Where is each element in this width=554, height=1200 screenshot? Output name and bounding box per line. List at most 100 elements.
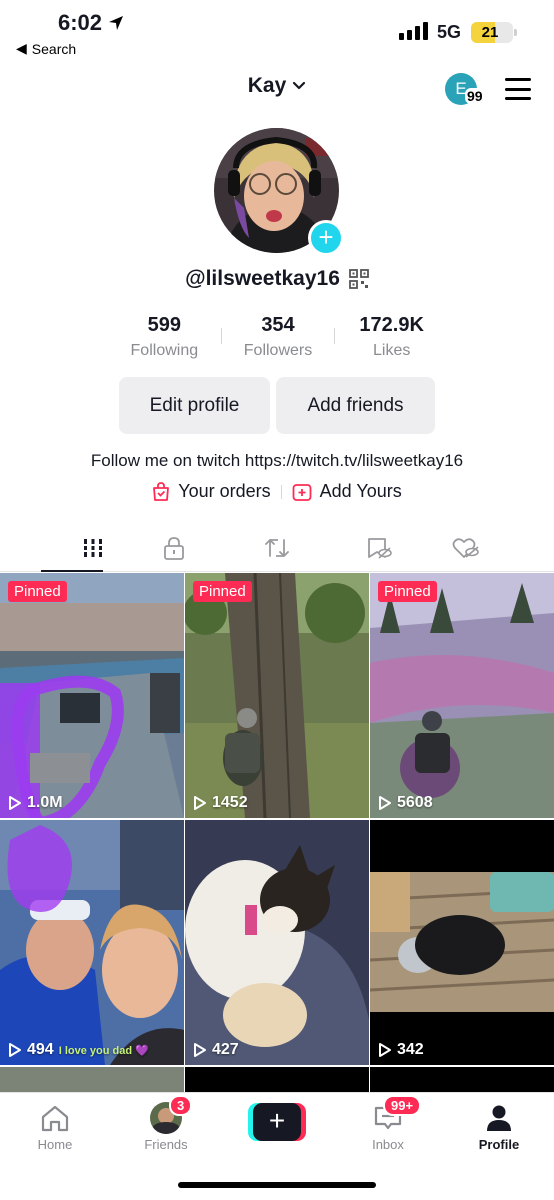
tab-videos[interactable] (0, 524, 124, 572)
bookmark-hidden-icon (368, 537, 392, 559)
profile-links: Your orders Add Yours (0, 481, 554, 502)
dog-sleeping-thumbnail (185, 820, 369, 1065)
view-count: 342 (378, 1041, 424, 1059)
status-bar: 6:02 ◀ Search 5G 21 (0, 0, 554, 64)
profile-bio[interactable]: Follow me on twitch https://twitch.tv/li… (0, 451, 554, 471)
stat-label: Followers (243, 342, 313, 359)
play-icon (379, 796, 391, 810)
add-yours-label: Add Yours (319, 481, 402, 501)
home-indicator (178, 1182, 376, 1188)
profile-actions: Edit profile Add friends (119, 377, 435, 434)
stat-value: 599 (147, 314, 182, 336)
location-arrow-icon (109, 16, 124, 30)
view-count: 1.0M (8, 794, 63, 812)
back-triangle-icon: ◀ (16, 40, 27, 56)
your-orders-link[interactable]: Your orders (152, 481, 271, 502)
play-icon (194, 796, 206, 810)
liked-hidden-icon (452, 537, 479, 558)
view-count: 5608 (378, 794, 433, 812)
view-count: 494 I love you dad 💜 (8, 1041, 149, 1059)
stat-label: Following (130, 342, 199, 359)
video-thumbnail[interactable]: 427 (185, 820, 369, 1065)
video-thumbnail[interactable]: 494 I love you dad 💜 (0, 820, 184, 1065)
tab-liked[interactable] (428, 524, 554, 571)
your-orders-label: Your orders (178, 481, 271, 501)
stat-following[interactable]: 599 Following (108, 314, 221, 364)
video-grid: Pinned 1.0M Pinned 1452 Pinned 5608 494 … (0, 573, 554, 1097)
username: @lilsweetkay16 (185, 267, 340, 290)
stat-likes[interactable]: 172.9K Likes (335, 314, 448, 364)
view-count-value: 342 (397, 1041, 424, 1058)
view-count: 1452 (193, 794, 248, 812)
play-icon (9, 1043, 21, 1057)
game-tree-thumbnail (185, 573, 369, 818)
view-count-value: 1.0M (27, 794, 63, 811)
clock-time: 6:02 (58, 10, 103, 35)
account-notification-badge: 99 (465, 88, 485, 104)
pinned-badge: Pinned (8, 581, 67, 602)
video-thumbnail[interactable]: Pinned 1.0M (0, 573, 184, 818)
tab-reposts[interactable] (224, 524, 330, 571)
nav-profile-label: Profile (478, 1137, 520, 1152)
tab-favorites[interactable] (330, 524, 428, 571)
play-icon (379, 1043, 391, 1057)
nav-home[interactable]: Home (10, 1101, 100, 1152)
video-thumbnail[interactable]: Pinned 5608 (370, 573, 554, 818)
profile-person-icon (487, 1105, 511, 1131)
home-icon (41, 1105, 69, 1132)
username-row: @lilsweetkay16 (0, 267, 554, 291)
add-yours-link[interactable]: Add Yours (292, 481, 402, 502)
add-avatar-button[interactable]: + (308, 220, 344, 256)
tab-private[interactable] (124, 524, 224, 571)
repost-icon (265, 538, 289, 557)
game-field-thumbnail (370, 573, 554, 818)
view-count-value: 494 (27, 1041, 54, 1058)
hamburger-menu-icon[interactable] (505, 78, 531, 100)
view-count-value: 5608 (397, 794, 433, 811)
profile-stats: 599 Following 354 Followers 172.9K Likes (108, 314, 448, 364)
nav-friends[interactable]: 3 Friends (121, 1095, 211, 1152)
network-type: 5G (437, 22, 462, 42)
nav-home-label: Home (37, 1137, 73, 1152)
video-thumbnail[interactable]: 342 (370, 820, 554, 1065)
view-count-value: 427 (212, 1041, 239, 1058)
play-icon (194, 1043, 206, 1057)
view-count-value: 1452 (212, 794, 248, 811)
nav-profile[interactable]: Profile (454, 1101, 544, 1152)
divider (280, 484, 282, 499)
clock: 6:02 (58, 10, 124, 36)
lock-icon (164, 536, 184, 560)
view-count: 427 (193, 1041, 239, 1059)
play-icon (9, 796, 21, 810)
inbox-badge: 99+ (383, 1095, 422, 1116)
back-search-label: Search (31, 40, 77, 57)
friends-badge: 3 (169, 1095, 193, 1116)
battery-icon: 21 (471, 22, 517, 43)
nav-friends-label: Friends (144, 1137, 188, 1152)
pinned-badge: Pinned (378, 581, 437, 602)
stadium-thumbnail (0, 573, 184, 818)
qr-code-icon[interactable] (348, 269, 369, 289)
edit-profile-button[interactable]: Edit profile (119, 377, 270, 434)
header-title: Kay (247, 74, 287, 97)
selfie-thumbnail (0, 820, 184, 1065)
nav-inbox[interactable]: 99+ Inbox (343, 1095, 433, 1152)
create-button[interactable]: + (248, 1103, 306, 1141)
back-to-search[interactable]: ◀ Search (16, 40, 76, 57)
stat-followers[interactable]: 354 Followers (222, 314, 335, 364)
video-thumbnail[interactable]: Pinned 1452 (185, 573, 369, 818)
plus-icon: + (253, 1103, 301, 1141)
chevron-down-icon (293, 81, 306, 90)
add-yours-icon (292, 483, 312, 501)
nav-inbox-label: Inbox (372, 1137, 404, 1152)
add-friends-button[interactable]: Add friends (276, 377, 435, 434)
stat-label: Likes (373, 342, 411, 359)
shopping-bag-icon (153, 481, 170, 501)
stat-value: 172.9K (359, 314, 424, 336)
dog-deck-thumbnail (370, 820, 554, 1065)
profile-avatar[interactable]: + (214, 128, 344, 256)
videos-grid-icon (82, 538, 104, 557)
profile-tabs (0, 524, 554, 572)
stat-value: 354 (261, 314, 295, 336)
video-caption: I love you dad 💜 (58, 1044, 149, 1057)
